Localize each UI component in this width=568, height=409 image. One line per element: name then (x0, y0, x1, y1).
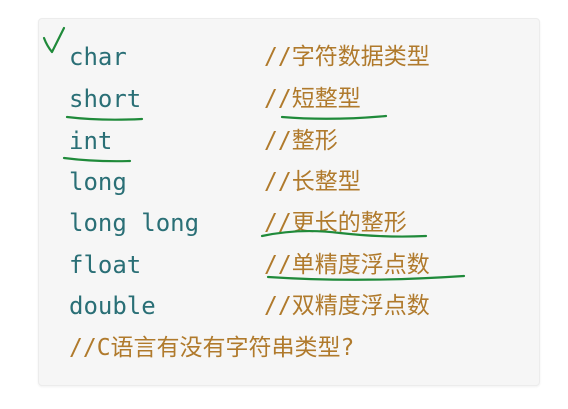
type-keyword: int (69, 127, 113, 155)
type-keyword: short (69, 85, 142, 113)
type-keyword: char (69, 43, 127, 71)
type-keyword: long long (69, 209, 200, 237)
type-comment: //短整型 (264, 86, 361, 112)
type-keyword: float (69, 251, 142, 279)
type-comment: //更长的整形 (264, 210, 407, 236)
type-comment: //长整型 (264, 169, 361, 195)
type-comment: //整形 (264, 128, 338, 154)
type-comment: //单精度浮点数 (264, 252, 430, 278)
type-keyword: long (69, 168, 127, 196)
type-keyword: double (69, 292, 156, 320)
type-comment: //字符数据类型 (264, 44, 430, 70)
question-comment: //C语言有没有字符串类型? (69, 335, 355, 361)
type-comment: //双精度浮点数 (264, 293, 430, 319)
slide: char //字符数据类型 short //短整型 int //整形 long … (0, 0, 568, 409)
